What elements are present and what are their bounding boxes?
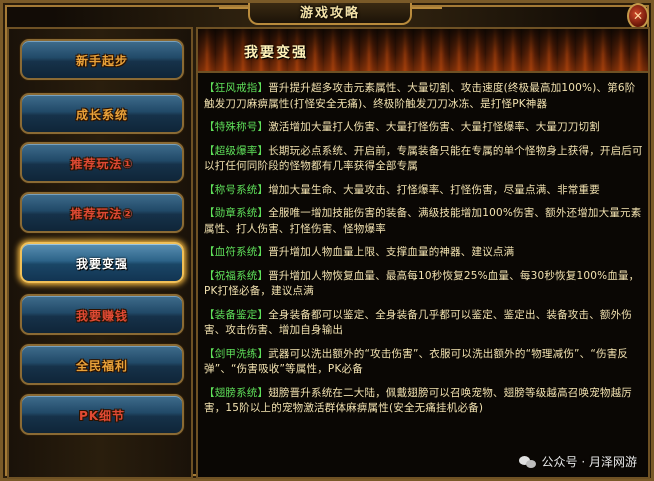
entry-tag[interactable]: 【勋章系统】 xyxy=(204,207,268,219)
entry-text: 晋升增加人物恢复血量、最高每10秒恢复25%血量、每30秒恢复100%血量，PK… xyxy=(204,269,640,298)
entry-tag[interactable]: 【狂风戒指】 xyxy=(204,82,268,94)
sidebar-item-label: 我要变强 xyxy=(75,257,128,271)
guide-entries: 【狂风戒指】晋升提升超多攻击元素属性、大量切割、攻击速度(终极最高加100%)、… xyxy=(204,81,644,475)
section-title: 我要变强 xyxy=(244,45,308,61)
guide-entry: 【血符系统】晋升增加人物血量上限、支撑血量的神器、建议点满 xyxy=(204,245,644,261)
close-icon: ✕ xyxy=(632,9,644,23)
entry-tag[interactable]: 【超级爆率】 xyxy=(204,145,268,157)
flame-header-banner: 我要变强 xyxy=(198,29,648,73)
guide-entry: 【称号系统】增加大量生命、大量攻击、打怪爆率、打怪伤害，尽量点满、非常重要 xyxy=(204,183,644,199)
entry-tag[interactable]: 【血符系统】 xyxy=(204,246,268,258)
sidebar-item-label: 新手起步 xyxy=(75,54,128,68)
entry-text: 翅膀晋升系统在二大陆，佩戴翅膀可以召唤宠物、翅膀等级越高召唤宠物越厉害，15阶以… xyxy=(204,386,633,415)
sidebar-item-recommended-2[interactable]: 推荐玩法② xyxy=(20,192,184,233)
window-title-bar: 游戏攻略 xyxy=(248,3,412,25)
guide-entry: 【特殊称号】激活增加大量打人伤害、大量打怪伤害、大量打怪爆率、大量刀刀切割 xyxy=(204,120,644,136)
guide-entry: 【祝福系统】晋升增加人物恢复血量、最高每10秒恢复25%血量、每30秒恢复100… xyxy=(204,269,644,300)
entry-text: 全服唯一增加技能伤害的装备、满级技能增加100%伤害、额外还增加大量元素属性、打… xyxy=(204,207,642,235)
guide-content-panel: 我要变强 【狂风戒指】晋升提升超多攻击元素属性、大量切割、攻击速度(终极最高加1… xyxy=(196,27,650,479)
entry-tag[interactable]: 【翅膀系统】 xyxy=(204,387,268,399)
sidebar-item-label: 推荐玩法② xyxy=(70,207,134,221)
guide-entry: 【勋章系统】全服唯一增加技能伤害的装备、满级技能增加100%伤害、额外还增加大量… xyxy=(204,206,644,237)
sidebar-item-get-stronger[interactable]: 我要变强 xyxy=(20,242,184,283)
sidebar-item-make-money[interactable]: 我要赚钱 xyxy=(20,294,184,335)
entry-text: 增加大量生命、大量攻击、打怪爆率、打怪伤害，尽量点满、非常重要 xyxy=(268,183,600,196)
entry-text: 长期玩必点系统、开启前，专属装备只能在专属的单个怪物身上获得，开启后可以打任何同… xyxy=(204,144,643,173)
entry-text: 晋升增加人物血量上限、支撑血量的神器、建议点满 xyxy=(268,246,515,258)
entry-tag[interactable]: 【称号系统】 xyxy=(204,184,268,196)
entry-tag[interactable]: 【装备鉴定】 xyxy=(204,309,268,321)
entry-text: 武器可以洗出额外的“攻击伤害”、衣服可以洗出额外的“物理减伤”、“伤害反弹”、“… xyxy=(204,347,629,376)
guide-entry: 【翅膀系统】翅膀晋升系统在二大陆，佩戴翅膀可以召唤宠物、翅膀等级越高召唤宠物越厉… xyxy=(204,386,644,417)
sidebar-item-recommended-1[interactable]: 推荐玩法① xyxy=(20,142,184,183)
entry-tag[interactable]: 【祝福系统】 xyxy=(204,270,268,282)
sidebar-item-pk-details[interactable]: PK细节 xyxy=(20,394,184,435)
entry-tag[interactable]: 【剑甲洗练】 xyxy=(204,348,268,360)
window-title: 游戏攻略 xyxy=(299,6,360,21)
sidebar-item-growth[interactable]: 成长系统 xyxy=(20,93,184,134)
game-guide-window: 游戏攻略 ✕ 新手起步 成长系统 推荐玩法① 推荐玩法② 我要变强 我要赚钱 全… xyxy=(0,0,654,481)
watermark-text: 公众号 · 月泽网游 xyxy=(541,455,637,469)
sidebar-item-label: 全民福利 xyxy=(75,359,128,373)
entry-tag[interactable]: 【特殊称号】 xyxy=(204,121,268,133)
sidebar-item-label: PK细节 xyxy=(78,409,126,423)
sidebar-item-beginner[interactable]: 新手起步 xyxy=(20,39,184,80)
guide-entry: 【超级爆率】长期玩必点系统、开启前，专属装备只能在专属的单个怪物身上获得，开启后… xyxy=(204,144,644,175)
title-ornament-left xyxy=(219,7,249,19)
guide-entry: 【装备鉴定】全身装备都可以鉴定、全身装备几乎都可以鉴定、鉴定出、装备攻击、额外伤… xyxy=(204,308,644,339)
sidebar-item-label: 我要赚钱 xyxy=(75,309,128,323)
close-button[interactable]: ✕ xyxy=(627,3,649,29)
wechat-watermark: 公众号 · 月泽网游 xyxy=(518,453,637,470)
guide-entry: 【剑甲洗练】武器可以洗出额外的“攻击伤害”、衣服可以洗出额外的“物理减伤”、“伤… xyxy=(204,347,644,378)
entry-text: 晋升提升超多攻击元素属性、大量切割、攻击速度(终极最高加100%)、第6阶触发刀… xyxy=(204,82,636,110)
wechat-icon xyxy=(518,455,537,469)
sidebar-item-label: 成长系统 xyxy=(75,108,128,122)
sidebar-item-label: 推荐玩法① xyxy=(70,157,134,171)
sidebar-item-welfare[interactable]: 全民福利 xyxy=(20,344,184,385)
guide-entry: 【狂风戒指】晋升提升超多攻击元素属性、大量切割、攻击速度(终极最高加100%)、… xyxy=(204,81,644,112)
guide-sidebar: 新手起步 成长系统 推荐玩法① 推荐玩法② 我要变强 我要赚钱 全民福利 PK细… xyxy=(7,27,193,479)
entry-text: 激活增加大量打人伤害、大量打怪伤害、大量打怪爆率、大量刀刀切割 xyxy=(268,121,600,133)
title-ornament-right xyxy=(412,7,442,19)
entry-text: 全身装备都可以鉴定、全身装备几乎都可以鉴定、鉴定出、装备攻击、额外伤害、攻击伤害… xyxy=(204,308,633,337)
